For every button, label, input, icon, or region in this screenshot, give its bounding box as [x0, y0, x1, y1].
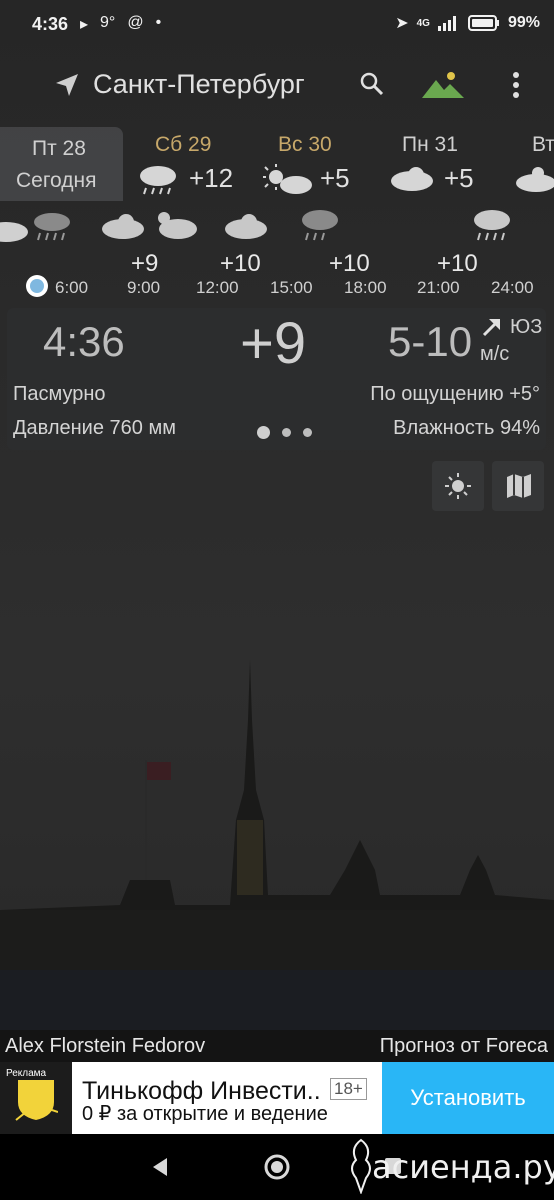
day-temp-mon[interactable]: +5	[444, 163, 474, 194]
play-icon: ▸	[80, 16, 89, 33]
indicator-dot	[30, 279, 44, 293]
dot-icon: •	[155, 14, 162, 31]
day-label-mon[interactable]: Пн 31	[402, 133, 458, 157]
current-time: 4:36	[43, 318, 125, 365]
sun-info-button[interactable]	[432, 461, 484, 511]
more-menu-icon[interactable]	[509, 70, 523, 100]
home-icon[interactable]	[263, 1153, 291, 1181]
sun-icon	[445, 473, 471, 499]
cloud-icon	[102, 214, 144, 239]
status-right: ➤ 4G 99%	[395, 13, 540, 33]
wind-arrow-icon	[482, 318, 501, 337]
day-label-today[interactable]: Пт 28	[32, 137, 86, 161]
wind-direction: ЮЗ	[510, 316, 543, 338]
city-name[interactable]: Санкт-Петербург	[93, 69, 305, 100]
wind-speed: 5-10	[388, 318, 473, 365]
page-dot-active	[257, 426, 270, 439]
rain-cloud-icon	[140, 166, 176, 195]
location-arrow-icon: ➤	[395, 15, 409, 32]
shield-logo-icon	[15, 1080, 58, 1121]
day-label-tue[interactable]: Вт	[532, 133, 554, 157]
hour-time: 24:00	[491, 278, 534, 297]
hour-temp-9: +9	[131, 250, 159, 277]
at-icon: @	[127, 14, 144, 31]
condition-text: Пасмурно	[13, 383, 106, 405]
ad-subtitle[interactable]: 0 ₽ за открытие и ведение	[82, 1101, 328, 1126]
rain-cloud-icon	[302, 210, 338, 241]
cloud-icon	[0, 222, 28, 242]
feels-like-text: По ощущению +5°	[370, 383, 540, 405]
battery-icon	[467, 15, 499, 31]
status-temp: 9°	[100, 14, 116, 31]
rain-cloud-icon	[474, 210, 510, 241]
page-dot	[303, 428, 312, 437]
map-button[interactable]	[492, 461, 544, 511]
hour-time: 21:00	[417, 278, 460, 297]
current-time-indicator	[26, 275, 48, 297]
hour-time: 6:00	[55, 278, 89, 297]
hour-temp-12: +10	[220, 250, 261, 277]
cloud-icon	[225, 214, 267, 239]
day-label-sat[interactable]: Сб 29	[155, 133, 211, 157]
rain-cloud-icon	[34, 213, 70, 241]
location-icon[interactable]	[54, 72, 80, 98]
install-button[interactable]: Установить	[382, 1062, 554, 1134]
sun-cloud-icon	[516, 167, 554, 192]
hour-time: 9:00	[127, 278, 161, 297]
humidity-text: Влажность 94%	[393, 417, 540, 439]
hour-time: 18:00	[344, 278, 387, 297]
pressure-text: Давление 760 мм	[13, 417, 176, 439]
day-temp-sun[interactable]: +5	[320, 163, 350, 194]
hour-time: 12:00	[196, 278, 239, 297]
ad-badge: Реклама	[6, 1068, 47, 1079]
landscape-icon[interactable]	[422, 70, 464, 98]
sun-cloud-icon	[263, 164, 312, 194]
search-icon[interactable]	[359, 71, 385, 97]
day-label-sun[interactable]: Вс 30	[278, 133, 332, 157]
map-icon	[507, 474, 531, 498]
status-notifications: ▸ 9° @ •	[80, 14, 161, 34]
sun-cloud-icon	[158, 212, 197, 239]
wind-unit: м/с	[480, 343, 510, 365]
hour-temp-21: +10	[437, 250, 478, 277]
day-sub-today[interactable]: Сегодня	[16, 169, 96, 193]
network-label: 4G	[416, 17, 430, 29]
photo-credit[interactable]: Alex Florstein Fedorov	[5, 1035, 205, 1058]
signal-icon	[437, 16, 456, 31]
current-temp: +9	[240, 311, 307, 376]
page-dot	[282, 428, 291, 437]
watermark-logo-icon	[351, 1138, 371, 1194]
forecast-source[interactable]: Прогноз от Foreca	[380, 1035, 548, 1058]
watermark-text: асиенда.ру	[372, 1148, 554, 1186]
hour-time: 15:00	[270, 278, 313, 297]
day-temp-sat[interactable]: +12	[189, 163, 233, 194]
status-time: 4:36	[32, 14, 69, 34]
page-indicator[interactable]	[257, 426, 312, 439]
battery-percent: 99%	[507, 14, 540, 31]
back-icon[interactable]	[150, 1156, 170, 1178]
ad-age-rating: 18+	[330, 1078, 367, 1100]
cloud-icon	[391, 167, 433, 191]
hour-temp-18: +10	[329, 250, 370, 277]
